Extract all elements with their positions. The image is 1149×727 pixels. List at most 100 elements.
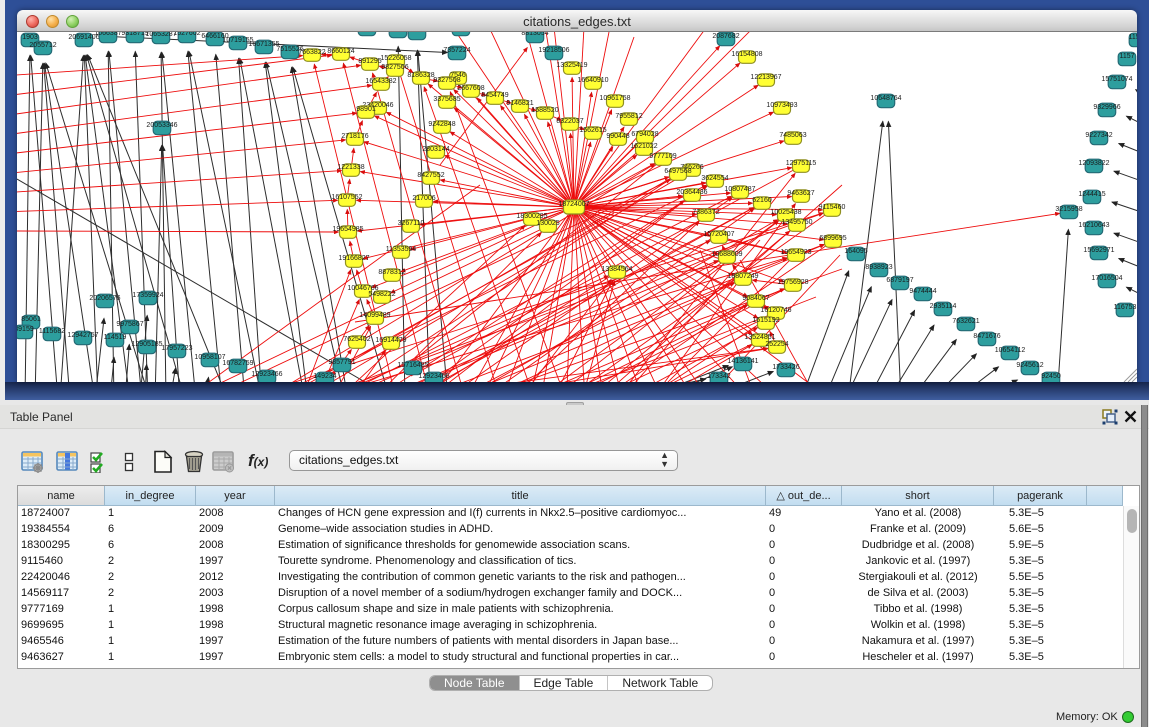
svg-text:990448: 990448: [606, 133, 629, 140]
svg-text:1621022: 1621022: [630, 143, 657, 150]
svg-text:16543382: 16543382: [365, 78, 396, 85]
svg-text:20364436: 20364436: [676, 189, 707, 196]
svg-text:8813054: 8813054: [521, 32, 548, 37]
svg-text:9827506: 9827506: [381, 64, 408, 71]
svg-text:19218506: 19218506: [538, 47, 569, 54]
svg-text:12905185: 12905185: [131, 341, 162, 348]
svg-text:9146821: 9146821: [506, 100, 533, 107]
svg-text:1221338: 1221338: [337, 164, 364, 171]
svg-text:149234: 149234: [313, 373, 336, 380]
svg-text:9975867: 9975867: [116, 321, 143, 328]
svg-text:217006: 217006: [412, 195, 435, 202]
svg-text:8427552: 8427552: [417, 172, 444, 179]
svg-text:16914479: 16914479: [375, 337, 406, 344]
svg-text:1733426: 1733426: [772, 364, 799, 371]
svg-text:116753: 116753: [1114, 304, 1137, 311]
svg-text:6497568: 6497568: [664, 168, 691, 175]
svg-text:15716485: 15716485: [397, 362, 428, 369]
svg-text:18807249: 18807249: [727, 273, 758, 280]
svg-text:9327508: 9327508: [433, 77, 460, 84]
svg-text:11547: 11547: [1129, 34, 1137, 41]
svg-text:15692971: 15692971: [1083, 247, 1114, 254]
svg-text:16210643: 16210643: [1078, 222, 1109, 229]
svg-text:9245612: 9245612: [1016, 362, 1043, 369]
svg-text:10648764: 10648764: [870, 95, 901, 102]
svg-text:6794028: 6794028: [631, 131, 658, 138]
svg-text:16107552: 16107552: [331, 194, 362, 201]
svg-text:39159: 39159: [17, 326, 34, 333]
svg-text:130025: 130025: [536, 220, 559, 227]
svg-text:16120746: 16120746: [760, 307, 791, 314]
svg-text:1066387: 1066387: [94, 32, 121, 37]
svg-text:9329966: 9329966: [1093, 104, 1120, 111]
svg-text:16640910: 16640910: [577, 77, 608, 84]
svg-text:5498222: 5498222: [368, 291, 395, 298]
svg-text:17957223: 17957223: [161, 345, 192, 352]
svg-text:13524851: 13524851: [744, 334, 775, 341]
svg-text:17359924: 17359924: [132, 292, 163, 299]
svg-text:1115682: 1115682: [39, 328, 65, 335]
svg-text:1244415: 1244415: [1078, 191, 1105, 198]
svg-text:3267110: 3267110: [398, 220, 425, 227]
svg-text:85061: 85061: [21, 316, 41, 323]
svg-text:13495750: 13495750: [781, 219, 812, 226]
svg-text:7955812: 7955812: [615, 113, 642, 120]
svg-text:7386372: 7386372: [692, 209, 719, 216]
svg-text:10688609: 10688609: [711, 251, 742, 258]
svg-text:891295: 891295: [358, 58, 381, 65]
svg-text:114519: 114519: [104, 334, 127, 341]
svg-text:13325419: 13325419: [556, 62, 587, 69]
svg-text:10807487: 10807487: [724, 186, 755, 193]
svg-text:12923466: 12923466: [418, 373, 449, 380]
svg-text:92450: 92450: [1041, 373, 1061, 380]
svg-text:6879197: 6879197: [886, 277, 913, 284]
svg-text:9242848: 9242848: [428, 121, 455, 128]
svg-text:1588520: 1588520: [531, 107, 558, 114]
svg-text:16154808: 16154808: [731, 51, 762, 58]
svg-text:19654985: 19654985: [332, 226, 363, 233]
svg-text:8471676: 8471676: [973, 333, 1000, 340]
svg-text:7485063: 7485063: [779, 132, 806, 139]
svg-text:12213967: 12213967: [750, 74, 781, 81]
svg-text:11353594: 11353594: [386, 246, 417, 253]
svg-text:10653287: 10653287: [145, 32, 176, 38]
svg-text:14136141: 14136141: [727, 358, 758, 365]
svg-text:10973493: 10973493: [766, 102, 797, 109]
svg-text:7357224: 7357224: [443, 47, 470, 54]
svg-text:10654112: 10654112: [995, 347, 1026, 354]
svg-text:8938923: 8938923: [865, 264, 892, 271]
svg-text:7632621: 7632621: [952, 318, 979, 325]
svg-text:15226058: 15226058: [380, 55, 411, 62]
svg-text:20206576: 20206576: [89, 295, 120, 302]
svg-text:12942757: 12942757: [67, 332, 98, 339]
svg-text:9777109: 9777109: [649, 153, 676, 160]
svg-text:7663822: 7663822: [298, 49, 325, 56]
svg-text:12923466: 12923466: [251, 371, 282, 378]
svg-text:7625402: 7625402: [343, 336, 370, 343]
svg-text:19654923: 19654923: [780, 249, 811, 256]
svg-text:13384564: 13384564: [601, 266, 632, 273]
svg-text:3215958: 3215958: [1055, 206, 1082, 213]
svg-text:62160: 62160: [752, 197, 772, 204]
svg-text:9474444: 9474444: [909, 288, 936, 295]
svg-text:12093822: 12093822: [1078, 160, 1109, 167]
svg-text:17016504: 17016504: [1091, 275, 1122, 282]
svg-text:9857791: 9857791: [328, 359, 355, 366]
svg-text:9463627: 9463627: [787, 190, 814, 197]
svg-text:2055712: 2055712: [29, 42, 56, 49]
svg-text:2087682: 2087682: [712, 33, 739, 40]
svg-text:3375685: 3375685: [433, 96, 460, 103]
svg-text:16033809: 16033809: [401, 32, 432, 34]
svg-text:9227342: 9227342: [1085, 132, 1112, 139]
svg-text:15720407: 15720407: [703, 231, 734, 238]
svg-text:1903: 1903: [22, 34, 38, 41]
svg-text:15751074: 15751074: [1101, 76, 1132, 83]
svg-text:6899695: 6899695: [819, 235, 846, 242]
svg-text:19166827: 19166827: [338, 255, 369, 262]
svg-text:1527602: 1527602: [173, 32, 200, 37]
svg-text:10025438: 10025438: [770, 209, 801, 216]
svg-text:16782759: 16782759: [222, 360, 253, 367]
svg-text:173342: 173342: [707, 373, 730, 380]
svg-text:20053346: 20053346: [146, 122, 177, 129]
svg-text:9115460: 9115460: [819, 204, 846, 211]
